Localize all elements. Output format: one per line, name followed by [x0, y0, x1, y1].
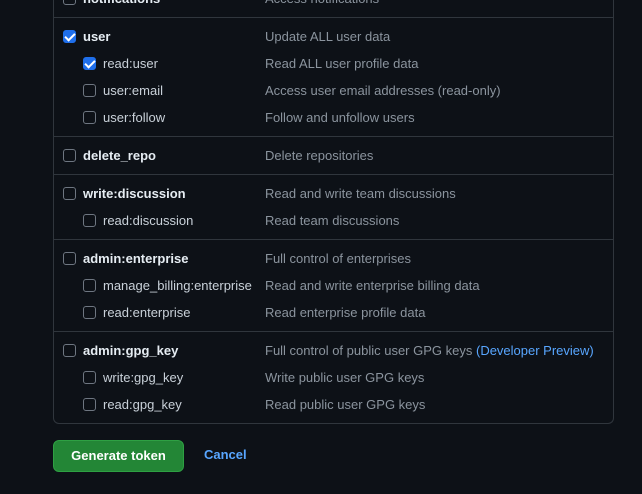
scope-checkbox[interactable]	[63, 0, 76, 5]
scope-description: Read and write enterprise billing data	[265, 278, 480, 293]
scope-row: manage_billing:enterprise Read and write …	[54, 273, 613, 300]
scope-description: Read enterprise profile data	[265, 305, 425, 320]
scope-name[interactable]: read:enterprise	[103, 305, 190, 320]
scopes-list: notifications Access notifications user Upd…	[53, 0, 614, 424]
scope-checkbox[interactable]	[63, 252, 76, 265]
scope-description-text: Read team discussions	[265, 213, 400, 228]
scope-checkbox[interactable]	[63, 344, 76, 357]
scope-group: write:discussion Read and write team disc…	[54, 174, 613, 239]
scope-name[interactable]: delete_repo	[83, 148, 156, 163]
scope-group: admin:gpg_key Full control of public user…	[54, 331, 613, 423]
scope-description-text: Full control of public user GPG keys	[265, 343, 473, 358]
scope-description-text: Read enterprise profile data	[265, 305, 426, 320]
scope-checkbox[interactable]	[83, 306, 96, 319]
scope-row: read:user Read ALL user profile data	[54, 51, 613, 78]
scope-description: Delete repositories	[265, 148, 373, 163]
scope-name[interactable]: read:gpg_key	[103, 397, 182, 412]
scope-row: read:enterprise Read enterprise profile d…	[54, 300, 613, 327]
scope-group: admin:enterprise Full control of enterpri…	[54, 239, 613, 331]
scope-checkbox[interactable]	[83, 214, 96, 227]
scope-row: read:discussion Read team discussions	[54, 208, 613, 235]
scope-name[interactable]: user:follow	[103, 110, 165, 125]
scope-name[interactable]: notifications	[83, 0, 160, 6]
scope-checkbox[interactable]	[63, 30, 76, 43]
scope-row: user:follow Follow and unfollow users	[54, 105, 613, 132]
scope-description: Full control of public user GPG keys (De…	[265, 343, 594, 358]
scope-description-text: Full control of enterprises	[265, 251, 411, 266]
scope-row: read:gpg_key Read public user GPG keys	[54, 392, 613, 419]
scope-description: Access notifications	[265, 0, 379, 6]
scope-row: write:gpg_key Write public user GPG keys	[54, 365, 613, 392]
scope-description: Read public user GPG keys	[265, 397, 425, 412]
scope-group: notifications Access notifications	[54, 0, 613, 17]
scope-description-text: Read public user GPG keys	[265, 397, 426, 412]
scope-checkbox[interactable]	[83, 371, 96, 384]
scope-name[interactable]: write:discussion	[83, 186, 186, 201]
scope-row: user:email Access user email addresses (r…	[54, 78, 613, 105]
scope-checkbox[interactable]	[83, 111, 96, 124]
scope-description: Read team discussions	[265, 213, 399, 228]
scope-description: Read and write team discussions	[265, 186, 456, 201]
scope-checkbox[interactable]	[83, 398, 96, 411]
scope-description-text: Update ALL user data	[265, 29, 391, 44]
scope-description-text: Follow and unfollow users	[265, 110, 415, 125]
scope-description: Read ALL user profile data	[265, 56, 418, 71]
scope-row: notifications Access notifications	[54, 0, 613, 13]
scope-description-text: Write public user GPG keys	[265, 370, 425, 385]
scope-checkbox[interactable]	[63, 187, 76, 200]
scope-name[interactable]: write:gpg_key	[103, 370, 183, 385]
scope-name[interactable]: user	[83, 29, 110, 44]
scope-checkbox[interactable]	[83, 279, 96, 292]
scope-name[interactable]: admin:gpg_key	[83, 343, 178, 358]
scope-description-text: Access notifications	[265, 0, 379, 6]
scope-checkbox[interactable]	[63, 149, 76, 162]
scope-description: Update ALL user data	[265, 29, 390, 44]
scope-checkbox[interactable]	[83, 57, 96, 70]
scope-name[interactable]: manage_billing:enterprise	[103, 278, 252, 293]
scope-description-text: Delete repositories	[265, 148, 374, 163]
scope-row: user Update ALL user data	[54, 24, 613, 51]
scope-description: Access user email addresses (read-only)	[265, 83, 501, 98]
scope-group: delete_repo Delete repositories	[54, 136, 613, 174]
scope-description: Write public user GPG keys	[265, 370, 424, 385]
developer-preview-link[interactable]: (Developer Preview)	[476, 343, 594, 358]
scope-checkbox[interactable]	[83, 84, 96, 97]
scope-description: Follow and unfollow users	[265, 110, 415, 125]
scope-group: user Update ALL user data read:user Read AL…	[54, 17, 613, 136]
scope-description-text: Read and write team discussions	[265, 186, 456, 201]
scope-name[interactable]: read:user	[103, 56, 158, 71]
generate-token-button[interactable]: Generate token	[53, 440, 184, 472]
scope-row: delete_repo Delete repositories	[54, 143, 613, 170]
scope-description-text: Access user email addresses (read-only)	[265, 83, 501, 98]
scope-row: admin:enterprise Full control of enterpri…	[54, 246, 613, 273]
scope-name[interactable]: admin:enterprise	[83, 251, 188, 266]
scope-name[interactable]: user:email	[103, 83, 163, 98]
scope-name[interactable]: read:discussion	[103, 213, 193, 228]
scope-description-text: Read ALL user profile data	[265, 56, 419, 71]
scope-row: admin:gpg_key Full control of public user…	[54, 338, 613, 365]
scope-description-text: Read and write enterprise billing data	[265, 278, 480, 293]
scope-row: write:discussion Read and write team disc…	[54, 181, 613, 208]
cancel-link[interactable]: Cancel	[204, 447, 247, 462]
scope-description: Full control of enterprises	[265, 251, 411, 266]
